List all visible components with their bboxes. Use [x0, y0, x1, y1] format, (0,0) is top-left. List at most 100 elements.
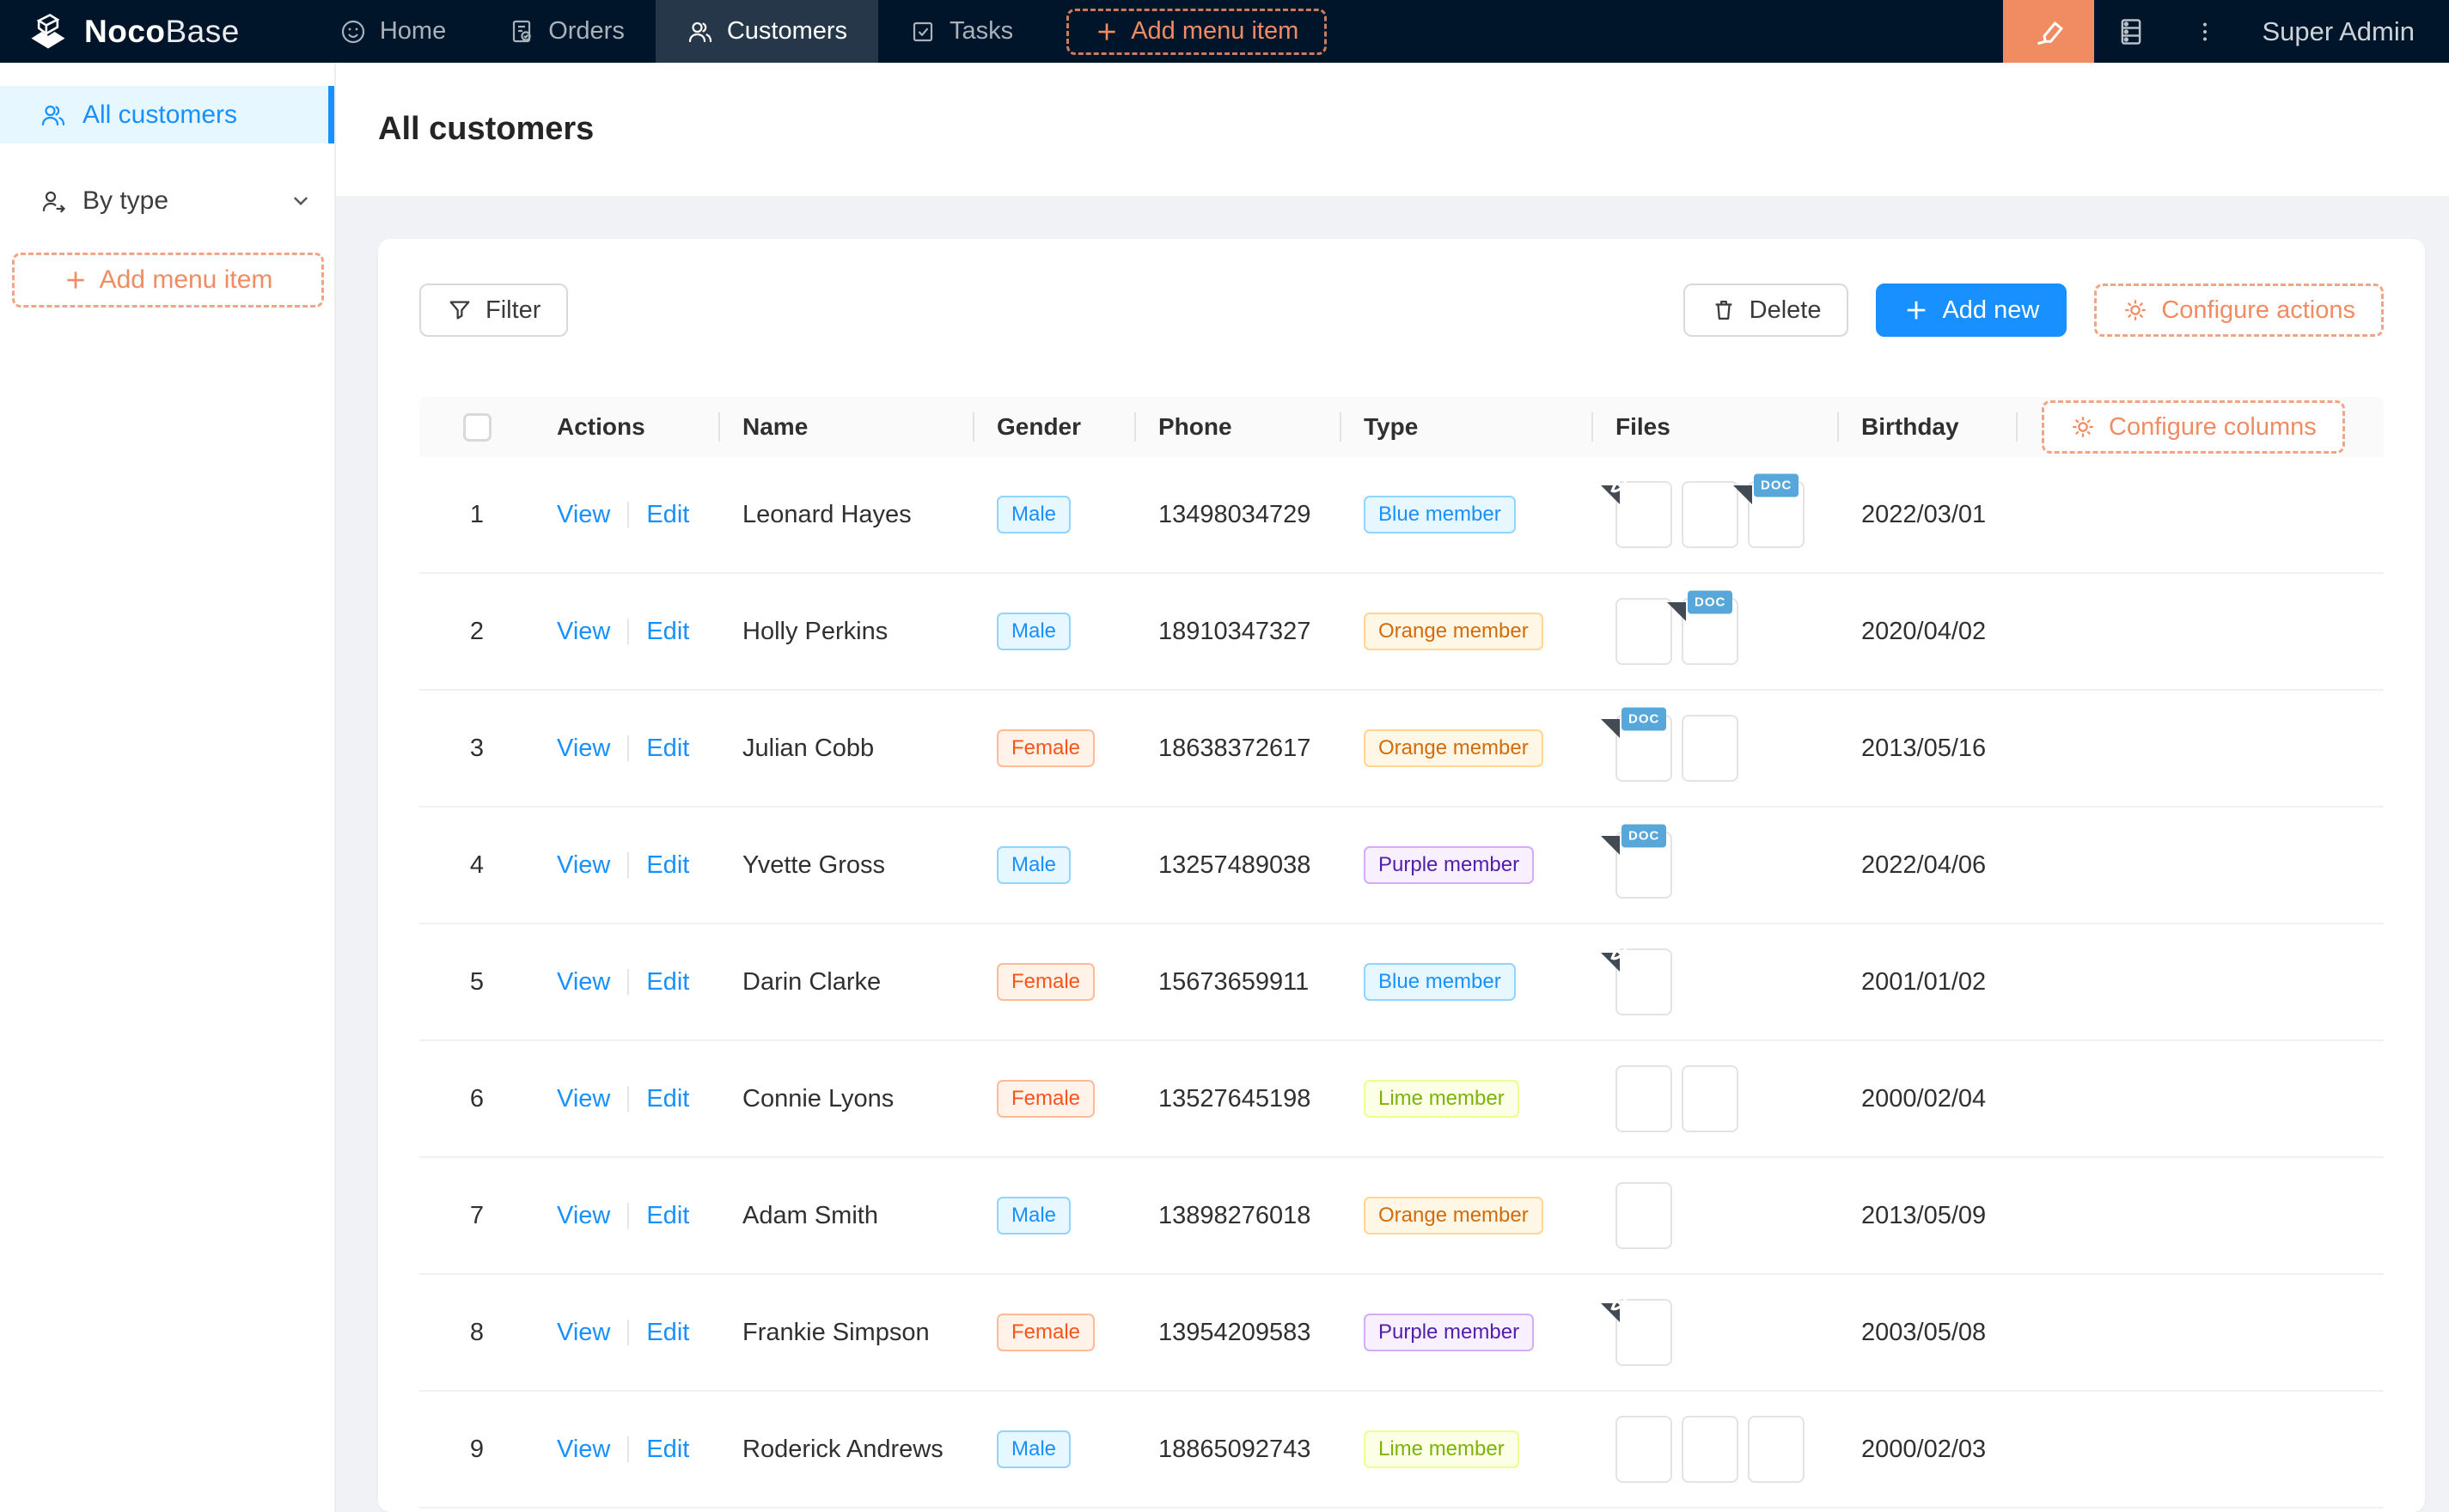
sidebar-item-all-customers[interactable]: All customers	[0, 86, 334, 143]
mobile-client-button[interactable]	[2094, 0, 2168, 63]
select-all-checkbox[interactable]	[463, 413, 492, 442]
view-link[interactable]: View	[557, 1319, 610, 1347]
nav-item-home[interactable]: Home	[308, 0, 477, 63]
gender-cell: Male	[974, 496, 1136, 533]
files-cell	[1593, 1416, 1839, 1483]
name-cell: Roderick Andrews	[720, 1436, 974, 1464]
main-area: All customers Filter Delete	[336, 63, 2449, 1512]
gender-cell: Male	[974, 1430, 1136, 1468]
edit-link[interactable]: Edit	[646, 1085, 689, 1113]
view-link[interactable]: View	[557, 1085, 610, 1113]
member-type-tag: Purple member	[1364, 846, 1534, 884]
nav-item-tasks[interactable]: Tasks	[878, 0, 1044, 63]
add-new-button[interactable]: Add new	[1876, 284, 2067, 337]
doc-file-thumbnail[interactable]: DOC	[1748, 481, 1805, 548]
birthday-cell: 2000/02/04	[1839, 1085, 2018, 1113]
chevron-down-icon[interactable]	[290, 190, 312, 212]
view-link[interactable]: View	[557, 618, 610, 646]
photo-thumbnail[interactable]	[1682, 481, 1738, 548]
nav-item-orders[interactable]: Orders	[477, 0, 656, 63]
view-link[interactable]: View	[557, 851, 610, 880]
sidebar-item-by-type[interactable]: By type	[0, 172, 334, 229]
ui-editor-button[interactable]	[2003, 0, 2094, 63]
view-link[interactable]: View	[557, 501, 610, 529]
view-link[interactable]: View	[557, 735, 610, 763]
member-type-tag: Purple member	[1364, 1314, 1534, 1351]
filter-button[interactable]: Filter	[419, 284, 568, 337]
photo-thumbnail[interactable]	[1615, 1416, 1672, 1483]
edit-link[interactable]: Edit	[646, 968, 689, 997]
doc-file-thumbnail[interactable]: DOC	[1615, 832, 1672, 899]
photo-thumbnail[interactable]	[1748, 1416, 1805, 1483]
row-index: 3	[419, 735, 534, 763]
page-title: All customers	[378, 111, 594, 148]
row-index: 1	[419, 501, 534, 529]
pdf-file-thumbnail[interactable]	[1615, 1299, 1672, 1366]
pdf-file-thumbnail[interactable]	[1615, 481, 1672, 548]
member-type-tag: Blue member	[1364, 963, 1516, 1001]
phone-cell: 15673659911	[1136, 968, 1341, 997]
action-divider	[627, 619, 629, 644]
edit-link[interactable]: Edit	[646, 501, 689, 529]
nav-item-label: Home	[380, 17, 446, 46]
content-area: Filter Delete Add new	[336, 196, 2449, 1512]
table-row: 6 View Edit Connie Lyons Female 13527645…	[419, 1041, 2384, 1158]
delete-button[interactable]: Delete	[1683, 284, 1849, 337]
edit-link[interactable]: Edit	[646, 618, 689, 646]
view-link[interactable]: View	[557, 968, 610, 997]
gender-tag: Female	[997, 1080, 1095, 1118]
row-index: 2	[419, 618, 534, 646]
photo-thumbnail[interactable]	[1682, 715, 1738, 782]
sidebar-add-menu-item-button[interactable]: Add menu item	[12, 253, 324, 308]
plus-icon	[1903, 297, 1929, 323]
birthday-cell: 2022/03/01	[1839, 501, 2018, 529]
view-link[interactable]: View	[557, 1202, 610, 1230]
doc-file-thumbnail[interactable]: DOC	[1682, 598, 1738, 665]
user-menu[interactable]: Super Admin	[2242, 16, 2449, 47]
member-type-tag: Orange member	[1364, 613, 1543, 650]
photo-thumbnail[interactable]	[1615, 1182, 1672, 1249]
sidebar-item-label: All customers	[82, 101, 237, 130]
table-row: 9 View Edit Roderick Andrews Male 188650…	[419, 1392, 2384, 1509]
gender-tag: Male	[997, 1197, 1071, 1235]
view-link[interactable]: View	[557, 1436, 610, 1464]
gender-tag: Male	[997, 613, 1071, 650]
row-actions-cell: View Edit	[534, 968, 720, 997]
more-menu-button[interactable]	[2168, 0, 2242, 63]
phone-cell: 13498034729	[1136, 501, 1341, 529]
row-actions-cell: View Edit	[534, 1202, 720, 1230]
photo-thumbnail[interactable]	[1615, 1065, 1672, 1132]
photo-thumbnail[interactable]	[1682, 1065, 1738, 1132]
gender-cell: Female	[974, 963, 1136, 1001]
configure-columns-button[interactable]: Configure columns	[2042, 400, 2345, 454]
table-row: 7 View Edit Adam Smith Male 13898276018 …	[419, 1158, 2384, 1275]
highlighter-icon	[2031, 15, 2066, 49]
nav-add-menu-item-button[interactable]: Add menu item	[1066, 9, 1327, 55]
configure-columns-cell: Configure columns	[2018, 400, 2384, 454]
member-type-tag: Orange member	[1364, 729, 1543, 767]
edit-link[interactable]: Edit	[646, 1319, 689, 1347]
pdf-file-thumbnail[interactable]	[1615, 948, 1672, 1015]
name-cell: Darin Clarke	[720, 968, 974, 997]
configure-actions-button[interactable]: Configure actions	[2094, 284, 2384, 337]
birthday-cell: 2020/04/02	[1839, 618, 2018, 646]
row-index: 6	[419, 1085, 534, 1113]
sidebar-item-label: By type	[82, 186, 168, 216]
edit-link[interactable]: Edit	[646, 1202, 689, 1230]
gender-cell: Female	[974, 1314, 1136, 1351]
photo-thumbnail[interactable]	[1615, 598, 1672, 665]
type-cell: Lime member	[1341, 1080, 1593, 1118]
action-divider	[627, 1436, 629, 1462]
nav-item-customers[interactable]: Customers	[656, 0, 878, 63]
birthday-cell: 2001/01/02	[1839, 968, 2018, 997]
name-cell: Julian Cobb	[720, 735, 974, 763]
edit-link[interactable]: Edit	[646, 1436, 689, 1464]
edit-link[interactable]: Edit	[646, 851, 689, 880]
edit-link[interactable]: Edit	[646, 735, 689, 763]
brand-logo[interactable]: NocoBase	[0, 0, 266, 63]
photo-thumbnail[interactable]	[1682, 1416, 1738, 1483]
table-row: 5 View Edit Darin Clarke Female 15673659…	[419, 924, 2384, 1041]
files-cell: DOC	[1593, 481, 1839, 548]
column-header-birthday: Birthday	[1839, 413, 2018, 441]
doc-file-thumbnail[interactable]: DOC	[1615, 715, 1672, 782]
